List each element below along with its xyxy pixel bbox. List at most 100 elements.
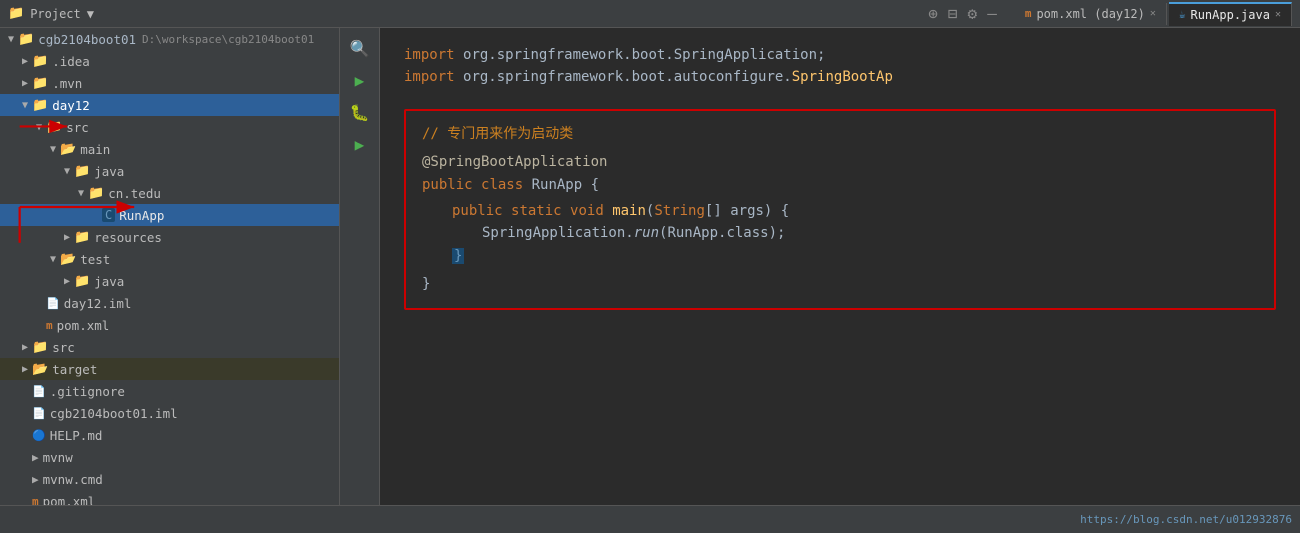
code-close-brace-2: }: [422, 273, 1258, 295]
toolbar-new-icon[interactable]: ⊕: [928, 4, 938, 23]
code-brace-2-text: }: [422, 276, 430, 292]
tree-item-java-test[interactable]: ▶ 📁 java: [0, 270, 339, 292]
folder-icon-java-test: 📁: [74, 274, 90, 289]
tab-runapp-close[interactable]: ✕: [1275, 9, 1281, 20]
tab-pom-close[interactable]: ✕: [1150, 8, 1156, 19]
folder-icon-mvn: 📁: [32, 76, 48, 91]
tree-label-main: main: [80, 142, 110, 157]
tree-label-pomday12: pom.xml: [57, 318, 110, 333]
tree-item-day12[interactable]: ▼ 📁 day12: [0, 94, 339, 116]
tree-item-test[interactable]: ▼ 📂 test: [0, 248, 339, 270]
code-classname-runapp: RunApp {: [532, 177, 599, 193]
tree-item-src-day12[interactable]: ▼ 📁 src: [0, 116, 339, 138]
run-btn[interactable]: ▶: [345, 68, 375, 92]
code-annotation-text: @SpringBootApplication: [422, 154, 607, 170]
code-main-name: main: [612, 203, 646, 219]
tree-item-idea[interactable]: ▶ 📁 .idea: [0, 50, 339, 72]
kw-class: class: [481, 177, 532, 193]
folder-icon-java-main: 📁: [74, 164, 90, 179]
tree-label-idea: .idea: [52, 54, 90, 69]
bottom-bar: https://blog.csdn.net/u012932876: [0, 505, 1300, 533]
tree-item-cntedu[interactable]: ▼ 📁 cn.tedu: [0, 182, 339, 204]
tree-item-cgb-iml[interactable]: ▶ 📄 cgb2104boot01.iml: [0, 402, 339, 424]
class-icon-runapp: C: [102, 208, 115, 222]
tree-item-mvnw[interactable]: ▶ ▶ mvnw: [0, 446, 339, 468]
code-close-brace-1: }: [422, 245, 1258, 267]
tree-item-help-md[interactable]: ▶ 🔵 HELP.md: [0, 424, 339, 446]
kw-static: static: [511, 203, 570, 219]
kw-void: void: [570, 203, 612, 219]
code-run-method: run: [634, 225, 659, 241]
kw-import-2: import: [404, 69, 455, 85]
toolbar-minimize-icon[interactable]: —: [987, 4, 997, 23]
tree-item-root[interactable]: ▼ 📁 cgb2104boot01 D:\workspace\cgb2104bo…: [0, 28, 339, 50]
tree-label-runapp: RunApp: [119, 208, 164, 223]
tree-label-mvnw: mvnw: [43, 450, 73, 465]
tree-arrow-mvn: ▶: [18, 78, 32, 89]
tree-label-day12: day12: [52, 98, 90, 113]
code-class-spring: SpringApplication: [674, 47, 817, 63]
folder-icon-target: 📂: [32, 362, 48, 377]
tree-item-gitignore[interactable]: ▶ 📄 .gitignore: [0, 380, 339, 402]
tree-item-main[interactable]: ▼ 📂 main: [0, 138, 339, 160]
iml-icon-day12: 📄: [46, 297, 60, 310]
tree-arrow-test: ▼: [46, 254, 60, 265]
tree-item-mvn[interactable]: ▶ 📁 .mvn: [0, 72, 339, 94]
folder-icon-src: 📁: [46, 120, 62, 135]
tree-item-day12-iml[interactable]: ▶ 📄 day12.iml: [0, 292, 339, 314]
code-normal-2: org.springframework.boot.autoconfigure.: [463, 69, 792, 85]
tree-item-java-main[interactable]: ▼ 📁 java: [0, 160, 339, 182]
md-icon: 🔵: [32, 429, 46, 442]
tab-bar: ⊕ ⊟ ⚙ — m pom.xml (day12) ✕ ☕ RunApp.jav…: [928, 2, 1292, 26]
xml-icon-pom-root: m: [32, 495, 39, 506]
tree-label-target: target: [52, 362, 97, 377]
tree-label-src-root: src: [52, 340, 75, 355]
search-btn[interactable]: 🔍: [345, 36, 375, 60]
toolbar-settings-icon[interactable]: ⚙: [968, 4, 978, 23]
tree-item-pom-day12[interactable]: ▶ m pom.xml: [0, 314, 339, 336]
tree-item-mvnw-cmd[interactable]: ▶ ▶ mvnw.cmd: [0, 468, 339, 490]
folder-icon-test: 📂: [60, 252, 76, 267]
tree-item-src-root[interactable]: ▶ 📁 src: [0, 336, 339, 358]
folder-icon-root: 📁: [18, 32, 34, 47]
tree-arrow-target: ▶: [18, 364, 32, 375]
code-main-params2: [] args) {: [705, 203, 789, 219]
url-text: https://blog.csdn.net/u012932876: [1080, 513, 1292, 526]
tree-sublabel-root: D:\workspace\cgb2104boot01: [142, 33, 314, 46]
code-run-params: (RunApp.class);: [659, 225, 785, 241]
tree-label-test: test: [80, 252, 110, 267]
tree-item-runapp[interactable]: ▶ C RunApp: [0, 204, 339, 226]
tab-runapp[interactable]: ☕ RunApp.java ✕: [1169, 2, 1292, 26]
code-brace-1-text: }: [452, 248, 464, 264]
tree-item-resources[interactable]: ▶ 📁 resources: [0, 226, 339, 248]
tree-label-root: cgb2104boot01: [38, 32, 136, 47]
tree-item-pom-root[interactable]: ▶ m pom.xml: [0, 490, 339, 505]
editor-section: 🔍 ▶ 🐛 ▶ import org.springframework.boot.…: [340, 28, 1300, 505]
folder-icon-src-root: 📁: [32, 340, 48, 355]
dropdown-icon[interactable]: ▼: [87, 7, 94, 21]
code-semi-1: ;: [817, 47, 825, 63]
tab-pom-icon: m: [1025, 7, 1032, 20]
code-body-line: SpringApplication.run(RunApp.class);: [422, 222, 1258, 244]
editor-content[interactable]: import org.springframework.boot.SpringAp…: [380, 28, 1300, 505]
tree-arrow-idea: ▶: [18, 56, 32, 67]
tree-label-src: src: [66, 120, 89, 135]
tree-label-gitignore: .gitignore: [50, 384, 125, 399]
code-import-2: import org.springframework.boot.autoconf…: [404, 66, 1276, 88]
toolbar-split-icon[interactable]: ⊟: [948, 4, 958, 23]
tree-label-cgbiml: cgb2104boot01.iml: [50, 406, 178, 421]
tab-pom[interactable]: m pom.xml (day12) ✕: [1015, 3, 1167, 25]
tree-label-java-test: java: [94, 274, 124, 289]
tree-label-resources: resources: [94, 230, 162, 245]
sidebar-wrapper: ▼ 📁 cgb2104boot01 D:\workspace\cgb2104bo…: [0, 28, 340, 505]
red-border-box: // 专门用来作为启动类 @SpringBootApplication publ…: [404, 109, 1276, 310]
play-btn[interactable]: ▶: [345, 132, 375, 156]
sidebar-content[interactable]: ▼ 📁 cgb2104boot01 D:\workspace\cgb2104bo…: [0, 28, 339, 505]
tab-pom-label: pom.xml (day12): [1036, 7, 1144, 21]
iml-icon-cgb: 📄: [32, 407, 46, 420]
tree-arrow-cntedu: ▼: [74, 188, 88, 199]
editor-toolbar: 🔍 ▶ 🐛 ▶: [340, 28, 380, 505]
kw-public-class: public: [422, 177, 481, 193]
tree-item-target[interactable]: ▶ 📂 target: [0, 358, 339, 380]
debug-btn[interactable]: 🐛: [345, 100, 375, 124]
